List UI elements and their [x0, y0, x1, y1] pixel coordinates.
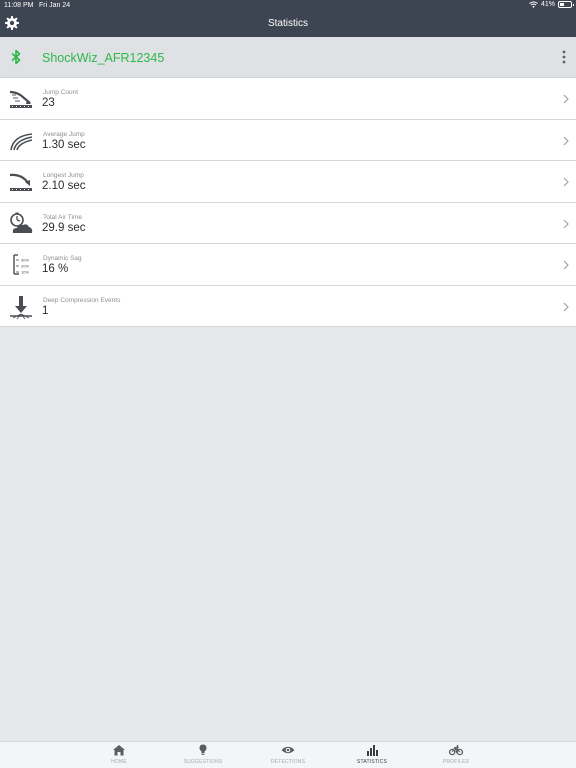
status-time: 11:08 PM: [4, 2, 34, 9]
chevron-right-icon: [563, 302, 569, 311]
air-time-icon: [10, 212, 33, 233]
tab-profiles[interactable]: PROFILES: [426, 744, 486, 768]
battery-fill: [560, 3, 565, 6]
battery-icon: [558, 1, 574, 8]
sag-scale-mid: 20%: [21, 264, 29, 269]
tab-suggestions[interactable]: SUGGESTIONS: [173, 744, 233, 768]
stat-value: 29.9 sec: [42, 221, 86, 234]
stat-row-deep-compression[interactable]: Deep Compression Events 1: [0, 285, 576, 327]
more-menu-icon[interactable]: [560, 49, 568, 65]
stat-label: Total Air Time: [43, 213, 83, 221]
stat-row-jump-count[interactable]: Jump Count 23: [0, 78, 576, 120]
eye-icon: [281, 746, 295, 754]
home-icon: [113, 745, 125, 756]
status-date: Fri Jan 24: [39, 2, 71, 9]
tab-statistics[interactable]: STATISTICS: [342, 744, 402, 768]
tab-label: DETECTIONS: [270, 759, 306, 765]
stat-value: 23: [42, 97, 55, 109]
stat-value: 1: [42, 304, 49, 317]
tab-label: STATISTICS: [356, 759, 388, 765]
stat-row-average-jump[interactable]: Average Jump 1.30 sec: [0, 119, 576, 161]
tab-label: HOME: [111, 759, 127, 765]
dynamic-sag-icon: 30% 20% 10%: [13, 254, 29, 275]
tab-label: PROFILES: [442, 759, 470, 765]
stat-value: 2.10 sec: [42, 180, 86, 192]
tab-home[interactable]: HOME: [89, 744, 149, 768]
jump-count-icon: [9, 90, 32, 108]
stat-row-longest-jump[interactable]: Longest Jump 2.10 sec: [0, 161, 576, 203]
statistics-list: Jump Count 23 Average Jump 1.30 sec Long…: [0, 78, 576, 327]
tab-bar: HOME SUGGESTIONS DETECTIONS STATISTICS P…: [0, 741, 576, 768]
chevron-right-icon: [563, 177, 569, 187]
chevron-right-icon: [563, 219, 569, 228]
deep-compression-icon: [10, 295, 32, 319]
stat-label: Longest Jump: [43, 172, 84, 179]
tab-label: SUGGESTIONS: [183, 759, 223, 765]
bar-chart-icon: [367, 745, 378, 756]
stat-label: Average Jump: [43, 130, 85, 138]
chevron-right-icon: [563, 94, 569, 104]
average-jump-icon: [10, 132, 33, 150]
longest-jump-icon: [9, 173, 32, 191]
bicycle-icon: [449, 745, 463, 756]
stat-label: Jump Count: [43, 89, 79, 96]
stat-label: Deep Compression Events: [43, 296, 121, 304]
stat-label: Dynamic Sag: [43, 255, 82, 262]
stat-value: 16 %: [42, 263, 69, 275]
lightbulb-icon: [199, 744, 207, 755]
battery-percent: 41%: [540, 1, 555, 8]
stat-row-total-air-time[interactable]: Total Air Time 29.9 sec: [0, 202, 576, 244]
chevron-right-icon: [563, 136, 569, 145]
status-bar: 11:08 PM Fri Jan 24 41%: [0, 0, 576, 11]
bluetooth-icon: [11, 49, 21, 65]
device-name: ShockWiz_AFR12345: [42, 51, 165, 65]
sag-scale-top: 30%: [21, 258, 29, 263]
wifi-icon: [529, 1, 538, 8]
page-title: Statistics: [267, 18, 308, 29]
device-header: ShockWiz_AFR12345: [0, 37, 576, 78]
nav-bar: Statistics: [0, 11, 576, 37]
status-right: 41%: [529, 1, 574, 8]
tab-detections[interactable]: DETECTIONS: [258, 744, 318, 768]
sag-scale-bottom: 10%: [21, 270, 29, 275]
chevron-right-icon: [563, 260, 569, 270]
stat-value: 1.30 sec: [42, 138, 86, 151]
stat-row-dynamic-sag[interactable]: 30% 20% 10% Dynamic Sag 16 %: [0, 244, 576, 286]
